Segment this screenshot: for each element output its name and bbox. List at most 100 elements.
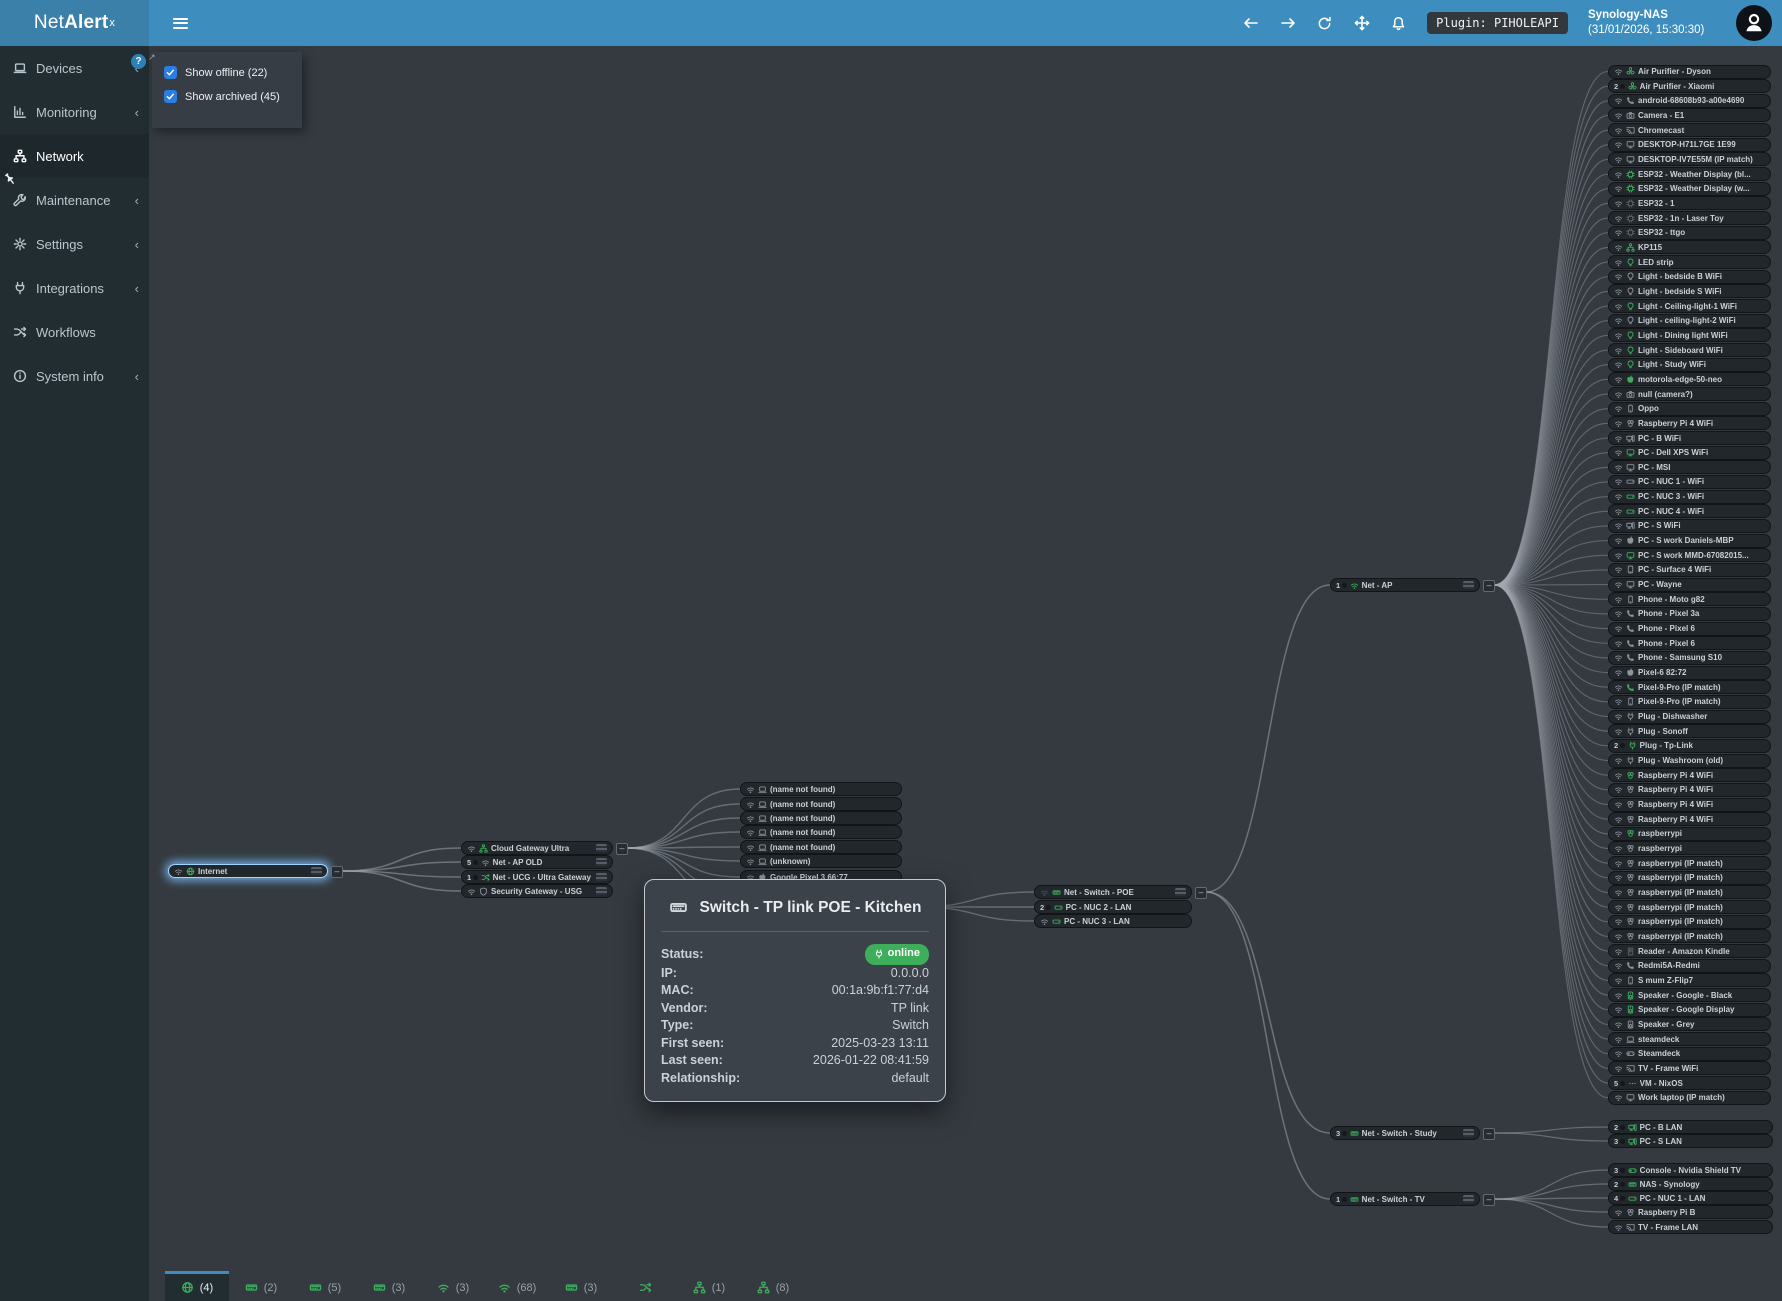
help-button[interactable]: ? [131, 54, 146, 69]
device-node[interactable]: 2Plug - Tp-Link [1608, 739, 1771, 753]
device-node[interactable]: Chromecast [1608, 123, 1771, 137]
device-node[interactable]: PC - S work MMD-67082015... [1608, 548, 1771, 562]
tree-tab-9-hub[interactable]: (1) [677, 1271, 741, 1301]
device-node[interactable]: ESP32 - 1 [1608, 196, 1771, 210]
show-offline-checkbox-row[interactable]: Show offline (22) [164, 66, 302, 79]
device-node[interactable]: 3Console - Nvidia Shield TV [1608, 1163, 1773, 1177]
device-node[interactable]: Phone - Pixel 6 [1608, 622, 1771, 636]
sidebar-item-settings[interactable]: Settings‹ [0, 222, 149, 266]
device-node[interactable]: Security Gateway - USG [461, 884, 613, 898]
user-avatar[interactable] [1736, 5, 1772, 41]
device-node[interactable]: TV - Frame LAN [1608, 1220, 1773, 1234]
tree-tab-1-globe[interactable]: (4) [165, 1271, 229, 1301]
device-node[interactable]: KP115 [1608, 240, 1771, 254]
device-node[interactable]: Light - bedside B WiFi [1608, 270, 1771, 284]
device-node[interactable]: PC - Wayne [1608, 578, 1771, 592]
tree-tab-7-switch[interactable]: (3) [549, 1271, 613, 1301]
network-tree-canvas[interactable]: Internet–Cloud Gateway Ultra–5Net - AP O… [149, 46, 1782, 1301]
device-node[interactable]: Phone - Samsung S10 [1608, 651, 1771, 665]
device-node[interactable]: 2Air Purifier - Xiaomi [1608, 79, 1771, 93]
device-node[interactable]: Phone - Pixel 3a [1608, 607, 1771, 621]
device-node[interactable]: Cloud Gateway Ultra [461, 841, 613, 855]
sidebar-item-maintenance[interactable]: Maintenance‹ [0, 178, 149, 222]
device-node[interactable]: Oppo [1608, 402, 1771, 416]
device-node[interactable]: ESP32 - ttgo [1608, 226, 1771, 240]
sidebar-item-system-info[interactable]: System info‹ [0, 354, 149, 398]
device-node[interactable]: ESP32 - Weather Display (bl... [1608, 167, 1771, 181]
sidebar-item-workflows[interactable]: Workflows [0, 310, 149, 354]
device-node[interactable]: Raspberry Pi B [1608, 1205, 1773, 1219]
tree-tab-2-switch[interactable]: (2) [229, 1271, 293, 1301]
device-node[interactable]: Light - bedside S WiFi [1608, 284, 1771, 298]
device-node[interactable]: 1Net - Switch - TV [1330, 1192, 1480, 1206]
device-node[interactable]: Reader - Amazon Kindle [1608, 944, 1771, 958]
forward-arrow-icon[interactable] [1279, 15, 1296, 32]
device-node[interactable]: raspberrypi [1608, 827, 1771, 841]
tree-tab-4-switch[interactable]: (3) [357, 1271, 421, 1301]
device-node[interactable]: Speaker - Grey [1608, 1017, 1771, 1031]
device-node[interactable]: Steamdeck [1608, 1047, 1771, 1061]
device-node[interactable]: Phone - Moto g82 [1608, 592, 1771, 606]
device-node[interactable]: raspberrypi (IP match) [1608, 900, 1771, 914]
device-node[interactable]: (name not found) [740, 840, 902, 854]
device-node[interactable]: PC - NUC 4 - WiFi [1608, 504, 1771, 518]
device-node[interactable]: PC - S work Daniels-MBP [1608, 534, 1771, 548]
device-node[interactable]: 3Net - Switch - Study [1330, 1126, 1480, 1140]
collapse-node-button[interactable]: – [1483, 1194, 1495, 1206]
sidebar-toggle-button[interactable] [160, 0, 200, 46]
collapse-node-button[interactable]: – [1483, 580, 1495, 592]
device-node[interactable]: null (camera?) [1608, 387, 1771, 401]
device-node[interactable]: PC - MSI [1608, 460, 1771, 474]
device-node[interactable]: motorola-edge-50-neo [1608, 372, 1771, 386]
device-node[interactable]: android-68608b93-a00e4690 [1608, 94, 1771, 108]
device-node[interactable]: raspberrypi (IP match) [1608, 856, 1771, 870]
device-node[interactable]: 3PC - S LAN [1608, 1134, 1773, 1148]
device-node[interactable]: PC - NUC 3 - LAN [1034, 914, 1192, 928]
device-node[interactable]: raspberrypi [1608, 841, 1771, 855]
sidebar-item-network[interactable]: Network [0, 134, 149, 178]
device-node[interactable]: S mum Z-Flip7 [1608, 973, 1771, 987]
device-node[interactable]: Raspberry Pi 4 WiFi [1608, 812, 1771, 826]
collapse-node-button[interactable]: – [616, 843, 628, 855]
device-node[interactable]: Speaker - Google Display [1608, 1003, 1771, 1017]
sidebar-item-monitoring[interactable]: Monitoring‹ [0, 90, 149, 134]
device-node[interactable]: raspberrypi (IP match) [1608, 885, 1771, 899]
device-node[interactable]: Plug - Washroom (old) [1608, 754, 1771, 768]
device-node[interactable]: 5VM - NixOS [1608, 1076, 1771, 1090]
checkbox-checked-icon[interactable] [164, 90, 177, 103]
device-node[interactable]: PC - NUC 1 - WiFi [1608, 475, 1771, 489]
device-node[interactable]: Light - Dining light WiFi [1608, 328, 1771, 342]
device-node[interactable]: ESP32 - Weather Display (w... [1608, 182, 1771, 196]
device-node[interactable]: steamdeck [1608, 1032, 1771, 1046]
device-node[interactable]: Light - Study WiFi [1608, 358, 1771, 372]
move-pan-icon[interactable] [1353, 15, 1370, 32]
device-node[interactable]: PC - NUC 3 - WiFi [1608, 490, 1771, 504]
device-node[interactable]: (name not found) [740, 825, 902, 839]
device-node[interactable]: 2NAS - Synology [1608, 1177, 1773, 1191]
back-arrow-icon[interactable] [1242, 15, 1259, 32]
device-node[interactable]: Net - Switch - POE [1034, 885, 1192, 899]
checkbox-checked-icon[interactable] [164, 66, 177, 79]
device-node[interactable]: 5Net - AP OLD [461, 855, 613, 869]
device-node[interactable]: DESKTOP-IV7E55M (IP match) [1608, 152, 1771, 166]
device-node[interactable]: Pixel-9-Pro (IP match) [1608, 695, 1771, 709]
device-node[interactable]: raspberrypi (IP match) [1608, 929, 1771, 943]
device-node[interactable]: LED strip [1608, 255, 1771, 269]
device-node[interactable]: Plug - Sonoff [1608, 724, 1771, 738]
device-node[interactable]: ESP32 - 1n - Laser Toy [1608, 211, 1771, 225]
device-node[interactable]: TV - Frame WiFi [1608, 1061, 1771, 1075]
device-node[interactable]: PC - S WiFi [1608, 519, 1771, 533]
tree-tab-5-wifi[interactable]: (3) [421, 1271, 485, 1301]
device-node[interactable]: (unknown) [740, 854, 902, 868]
device-node[interactable]: Light - Ceiling-light-1 WiFi [1608, 299, 1771, 313]
tree-tab-8-shuffle[interactable] [613, 1271, 677, 1301]
device-node[interactable]: 1Net - AP [1330, 578, 1480, 592]
device-node[interactable]: 2PC - NUC 2 - LAN [1034, 900, 1192, 914]
device-node[interactable]: Work laptop (IP match) [1608, 1091, 1771, 1105]
device-node[interactable]: Internet [168, 864, 328, 878]
tree-tab-10-hub[interactable]: (8) [741, 1271, 805, 1301]
device-node[interactable]: Raspberry Pi 4 WiFi [1608, 416, 1771, 430]
device-node[interactable]: Redmi5A-Redmi [1608, 959, 1771, 973]
device-node[interactable]: Phone - Pixel 6 [1608, 636, 1771, 650]
show-archived-checkbox-row[interactable]: Show archived (45) [164, 90, 302, 103]
